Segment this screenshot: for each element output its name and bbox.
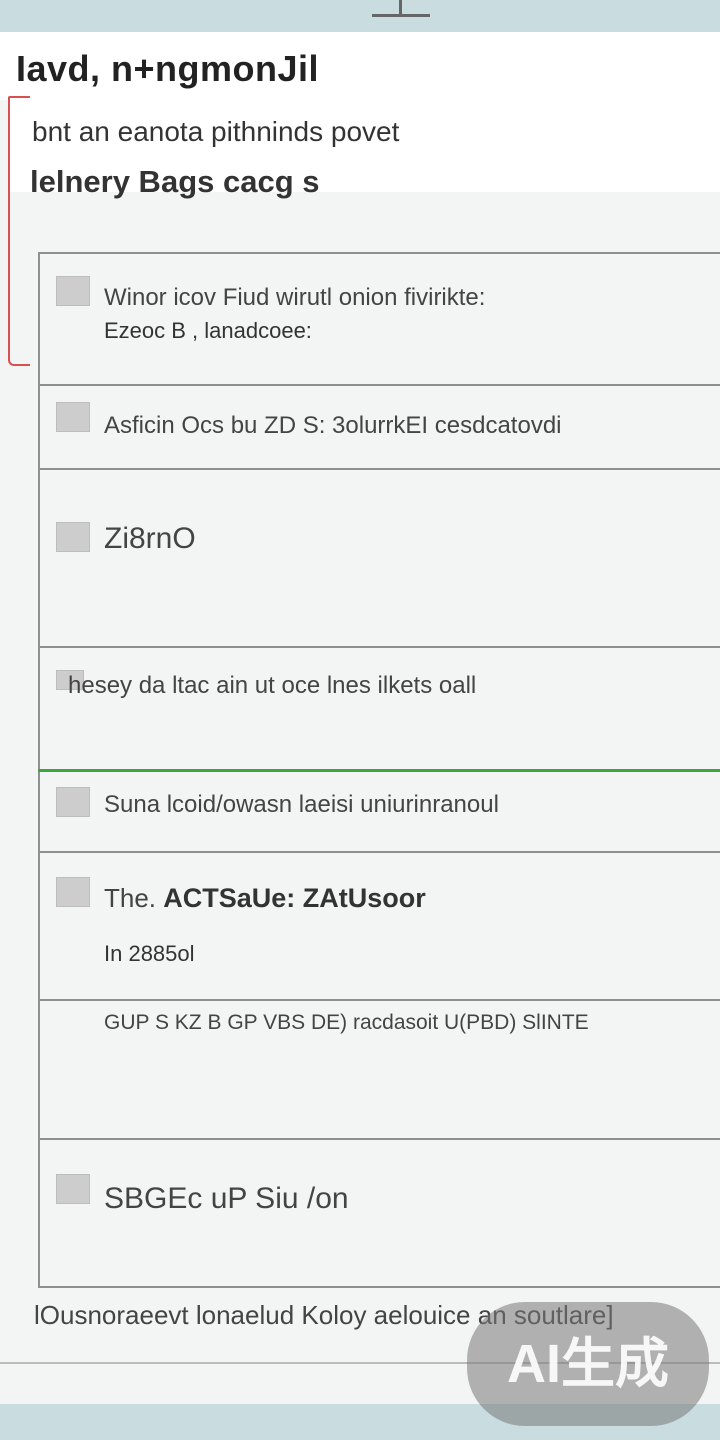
list-item[interactable]: Zi8rnO xyxy=(38,470,720,648)
page-title: Iavd, n+ngmonJil xyxy=(16,48,320,89)
checkbox[interactable] xyxy=(56,1174,90,1204)
list-item-subtitle: In 2885ol xyxy=(104,941,195,966)
list-item[interactable]: hesey da ltac ain ut oce lnes ilkets oal… xyxy=(38,648,720,772)
intro-text: bnt an eanota pithninds povet xyxy=(32,116,400,147)
list-item-title: hesey da ltac ain ut oce lnes ilkets oal… xyxy=(68,672,477,699)
list-item-title: Winor icov Fiud wirutl onion fivirikte: xyxy=(104,284,486,311)
list-item[interactable]: The. ACTSaUe: ZAtUsoor In 2885ol xyxy=(38,853,720,1001)
list-item-title: Asficin Ocs bu ZD S: 3olurrkEI cesdcatov… xyxy=(104,412,562,439)
intro-subtitle: lelnery Bags cacg s xyxy=(30,164,320,199)
checkbox[interactable] xyxy=(56,877,90,907)
drag-handle-stem xyxy=(399,0,402,14)
checkbox[interactable] xyxy=(56,787,90,817)
list-item-title-prefix: The. xyxy=(104,883,157,913)
list-item-subtitle: Ezeoc B , lanadcoee: xyxy=(104,318,312,343)
list-item[interactable]: Asficin Ocs bu ZD S: 3olurrkEI cesdcatov… xyxy=(38,386,720,470)
top-strip xyxy=(0,0,720,32)
list-item[interactable]: Winor icov Fiud wirutl onion fivirikte: … xyxy=(38,254,720,386)
list-item-title-bold: ACTSaUe: ZAtUsoor xyxy=(163,883,426,913)
drag-handle[interactable] xyxy=(372,14,430,17)
list-item-title: Zi8rnO xyxy=(104,522,196,555)
checkbox[interactable] xyxy=(56,276,90,306)
list-item-title: GUP S KZ B GP VBS DE) racdasoit U(PBD) S… xyxy=(104,1011,589,1034)
checkbox[interactable] xyxy=(56,522,90,552)
ai-generated-badge: AI生成 xyxy=(467,1302,709,1426)
checkbox[interactable] xyxy=(56,402,90,432)
list-item[interactable]: Suna lcoid/owasn laeisi uniurinranoul xyxy=(38,773,720,853)
list-item-title: SBGEc uP Siu /on xyxy=(104,1182,349,1215)
list-item-title: Suna lcoid/owasn laeisi uniurinranoul xyxy=(104,791,499,818)
list-item-title: The. ACTSaUe: ZAtUsoor xyxy=(104,883,426,914)
selection-bracket xyxy=(8,96,30,366)
list-item[interactable]: GUP S KZ B GP VBS DE) racdasoit U(PBD) S… xyxy=(38,1001,720,1140)
list-item[interactable]: SBGEc uP Siu /on xyxy=(38,1140,720,1286)
